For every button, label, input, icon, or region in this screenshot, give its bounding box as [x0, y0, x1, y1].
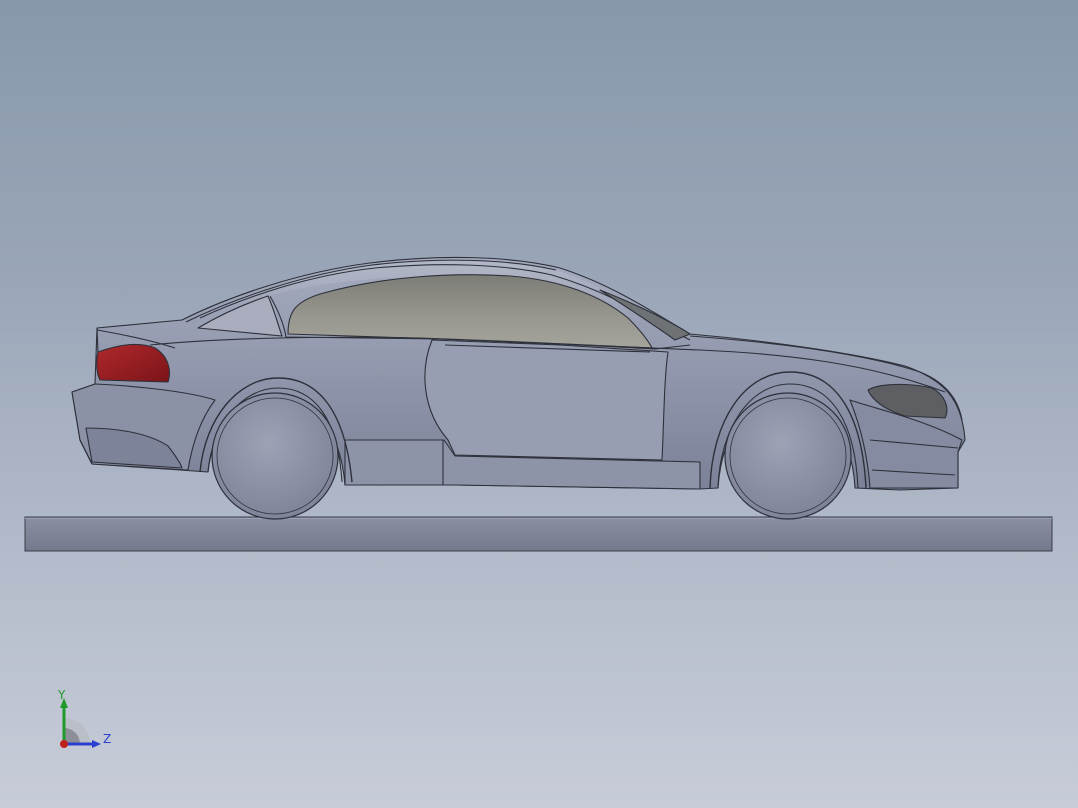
door-panel: [424, 339, 669, 461]
reference-triad: Y Z: [48, 684, 120, 756]
graphics-viewport[interactable]: Y Z: [0, 0, 1078, 808]
model-scene[interactable]: [0, 0, 1078, 808]
front-wheel[interactable]: [724, 392, 852, 520]
x-axis-icon: [60, 740, 68, 748]
rear-wheel-tire: [211, 392, 339, 520]
taillight: [96, 343, 171, 383]
base-plate[interactable]: [24, 516, 1053, 552]
y-axis-label: Y: [58, 688, 66, 702]
rear-wheel[interactable]: [211, 392, 339, 520]
z-axis-label: Z: [103, 732, 112, 746]
z-axis-arrow-icon: [92, 740, 101, 748]
front-wheel-tire: [724, 392, 852, 520]
